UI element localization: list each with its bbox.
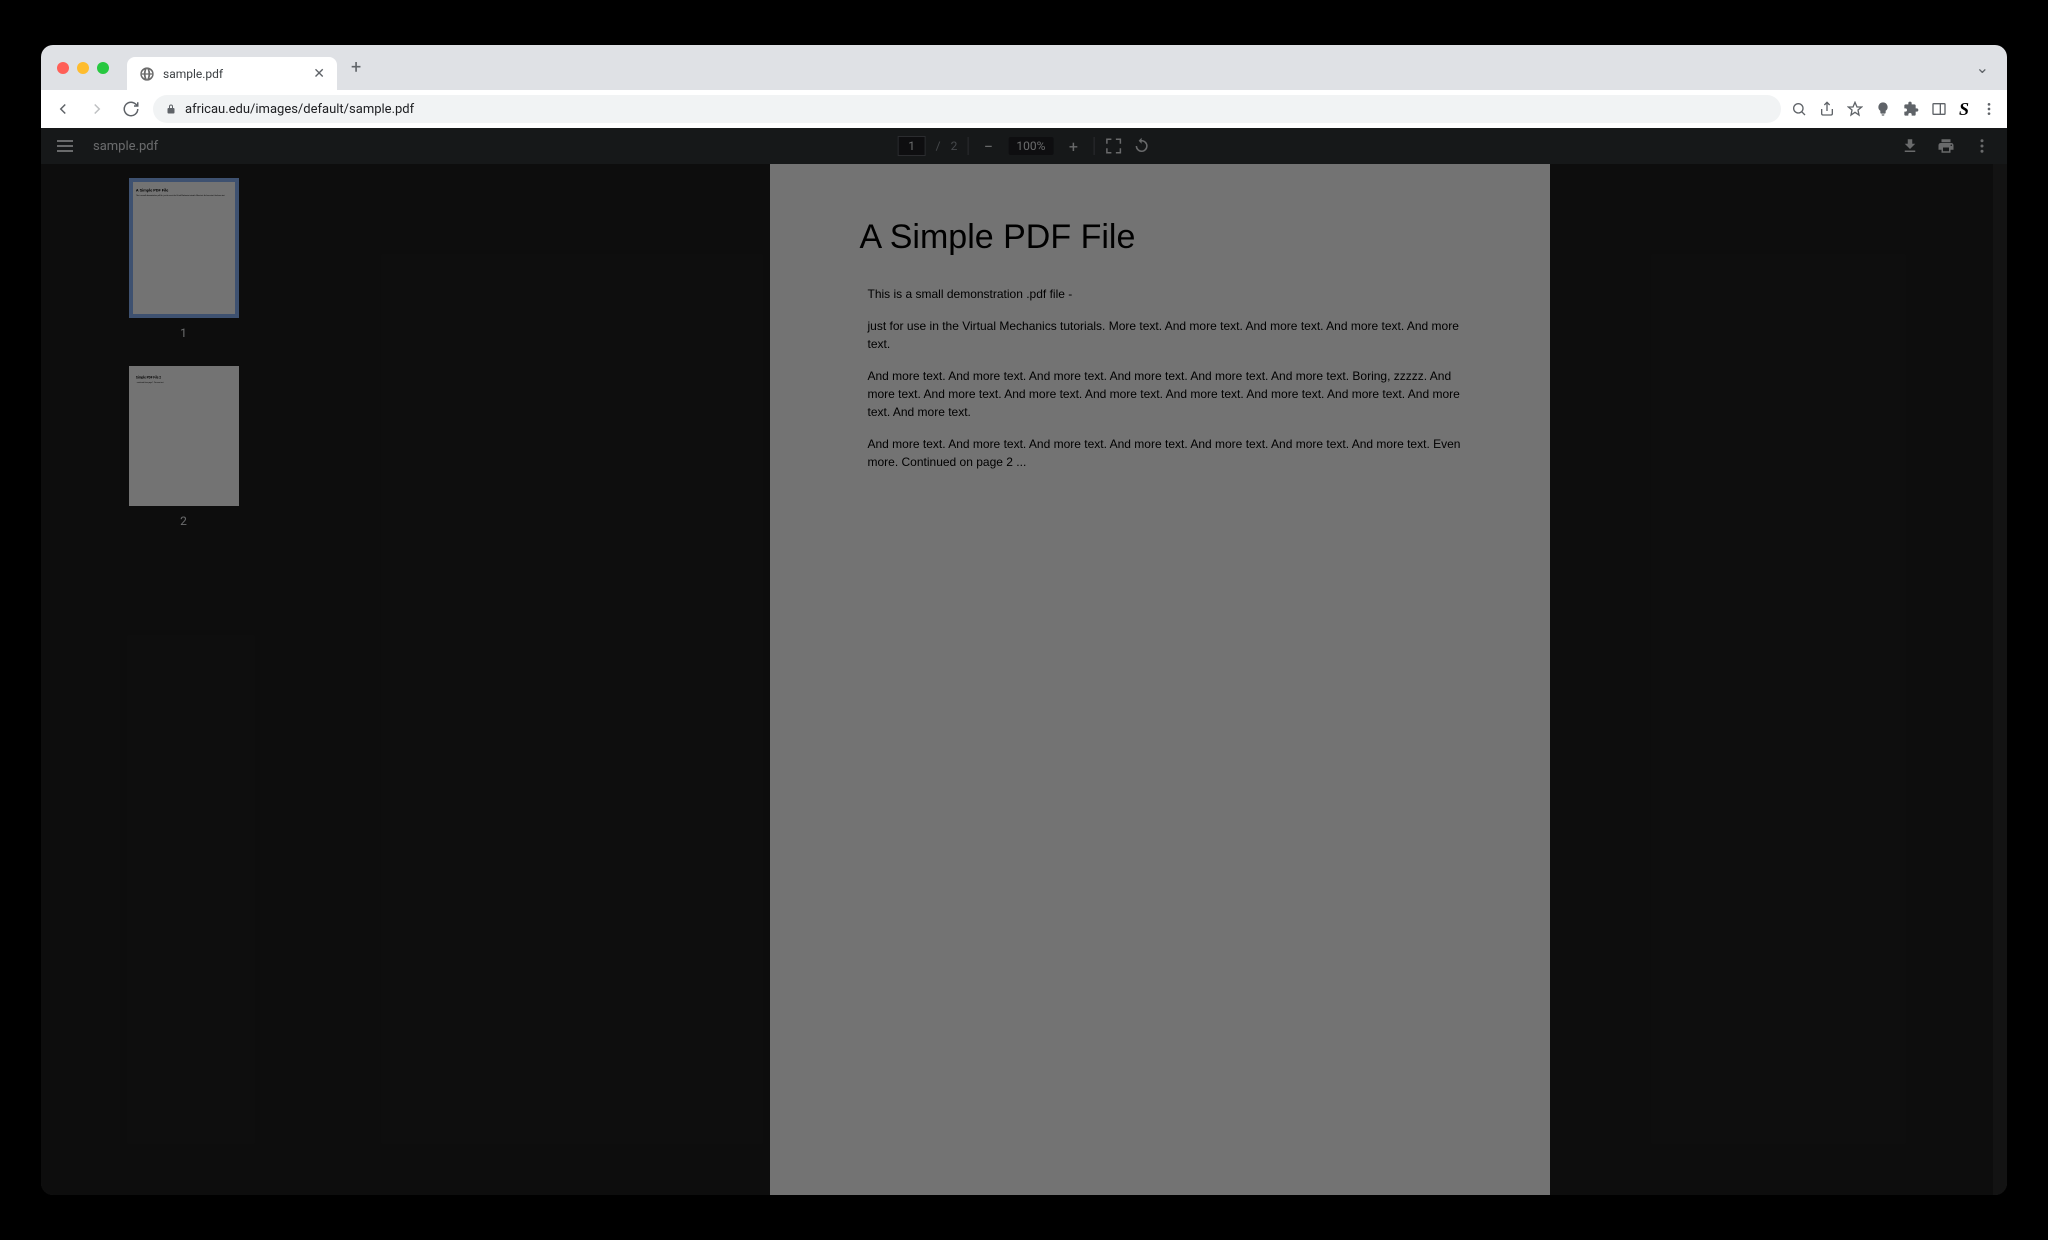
rotate-icon[interactable]	[1132, 137, 1150, 155]
document-title: A Simple PDF File	[860, 218, 1470, 257]
total-pages: 2	[951, 139, 958, 153]
divider	[1093, 137, 1094, 155]
close-window-button[interactable]	[57, 62, 69, 74]
thumbnail-label: 2	[180, 514, 187, 528]
page-area[interactable]: A Simple PDF File This is a small demons…	[326, 164, 1993, 1195]
paragraph: And more text. And more text. And more t…	[860, 435, 1470, 471]
pdf-toolbar: sample.pdf 1 / 2 − 100% +	[41, 128, 2007, 164]
paragraph: just for use in the Virtual Mechanics tu…	[860, 317, 1470, 353]
chrome-menu-icon[interactable]	[1981, 101, 1997, 117]
lock-icon	[165, 103, 177, 115]
pdf-filename: sample.pdf	[93, 139, 158, 154]
tab-bar: sample.pdf ✕ + ⌄	[41, 45, 2007, 90]
address-bar: africau.edu/images/default/sample.pdf S	[41, 90, 2007, 128]
paragraph: This is a small demonstration .pdf file …	[860, 285, 1470, 303]
thumb-title: A Simple PDF File	[135, 188, 229, 193]
print-icon[interactable]	[1937, 137, 1955, 155]
thumbnail-label: 1	[180, 326, 187, 340]
star-icon[interactable]	[1847, 101, 1863, 117]
reload-button[interactable]	[119, 97, 143, 121]
maximize-window-button[interactable]	[97, 62, 109, 74]
browser-tab[interactable]: sample.pdf ✕	[127, 57, 337, 91]
more-icon[interactable]	[1973, 137, 1991, 155]
back-button[interactable]	[51, 97, 75, 121]
url-input[interactable]: africau.edu/images/default/sample.pdf	[153, 95, 1781, 123]
globe-icon	[139, 66, 155, 82]
forward-button[interactable]	[85, 97, 109, 121]
new-tab-button[interactable]: +	[351, 57, 361, 78]
fit-page-icon[interactable]	[1104, 137, 1122, 155]
page-number-input[interactable]: 1	[898, 136, 926, 156]
thumbnail-panel[interactable]: A Simple PDF File This is a small demons…	[41, 164, 326, 1195]
window-controls	[57, 62, 109, 74]
pdf-viewer: sample.pdf 1 / 2 − 100% +	[41, 128, 2007, 1195]
pdf-body: A Simple PDF File This is a small demons…	[41, 164, 2007, 1195]
sidepanel-icon[interactable]	[1931, 101, 1947, 117]
scrollbar[interactable]	[1993, 164, 2007, 1195]
tab-search-icon[interactable]: ⌄	[1976, 58, 1989, 77]
minimize-window-button[interactable]	[77, 62, 89, 74]
extension-s-icon[interactable]: S	[1959, 99, 1969, 120]
tab-title: sample.pdf	[163, 67, 313, 81]
zoom-in-button[interactable]: +	[1063, 136, 1083, 156]
zoom-out-button[interactable]: −	[978, 136, 998, 156]
thumbnail-page-2[interactable]: Simple PDF File 2 ...continued from page…	[129, 366, 239, 506]
download-icon[interactable]	[1901, 137, 1919, 155]
thumb-text: This is a small demonstration .pdf file …	[135, 194, 229, 196]
share-icon[interactable]	[1819, 101, 1835, 117]
divider	[967, 137, 968, 155]
sidebar-toggle-icon[interactable]	[57, 140, 73, 152]
thumbnail-page-1[interactable]: A Simple PDF File This is a small demons…	[129, 178, 239, 318]
browser-window: sample.pdf ✕ + ⌄ africau.edu/images/defa…	[41, 45, 2007, 1195]
close-tab-icon[interactable]: ✕	[313, 66, 325, 82]
paragraph: And more text. And more text. And more t…	[860, 367, 1470, 421]
url-text: africau.edu/images/default/sample.pdf	[185, 102, 414, 117]
toolbar-right: S	[1791, 99, 1997, 120]
extensions-icon[interactable]	[1903, 101, 1919, 117]
thumb-title: Simple PDF File 2	[135, 376, 229, 380]
page-separator: /	[936, 139, 941, 153]
bulb-icon[interactable]	[1875, 101, 1891, 117]
thumb-text: ...continued from page 1. Yet more text.	[135, 381, 229, 383]
pdf-page: A Simple PDF File This is a small demons…	[770, 164, 1550, 1195]
search-icon[interactable]	[1791, 101, 1807, 117]
zoom-level[interactable]: 100%	[1008, 137, 1053, 155]
